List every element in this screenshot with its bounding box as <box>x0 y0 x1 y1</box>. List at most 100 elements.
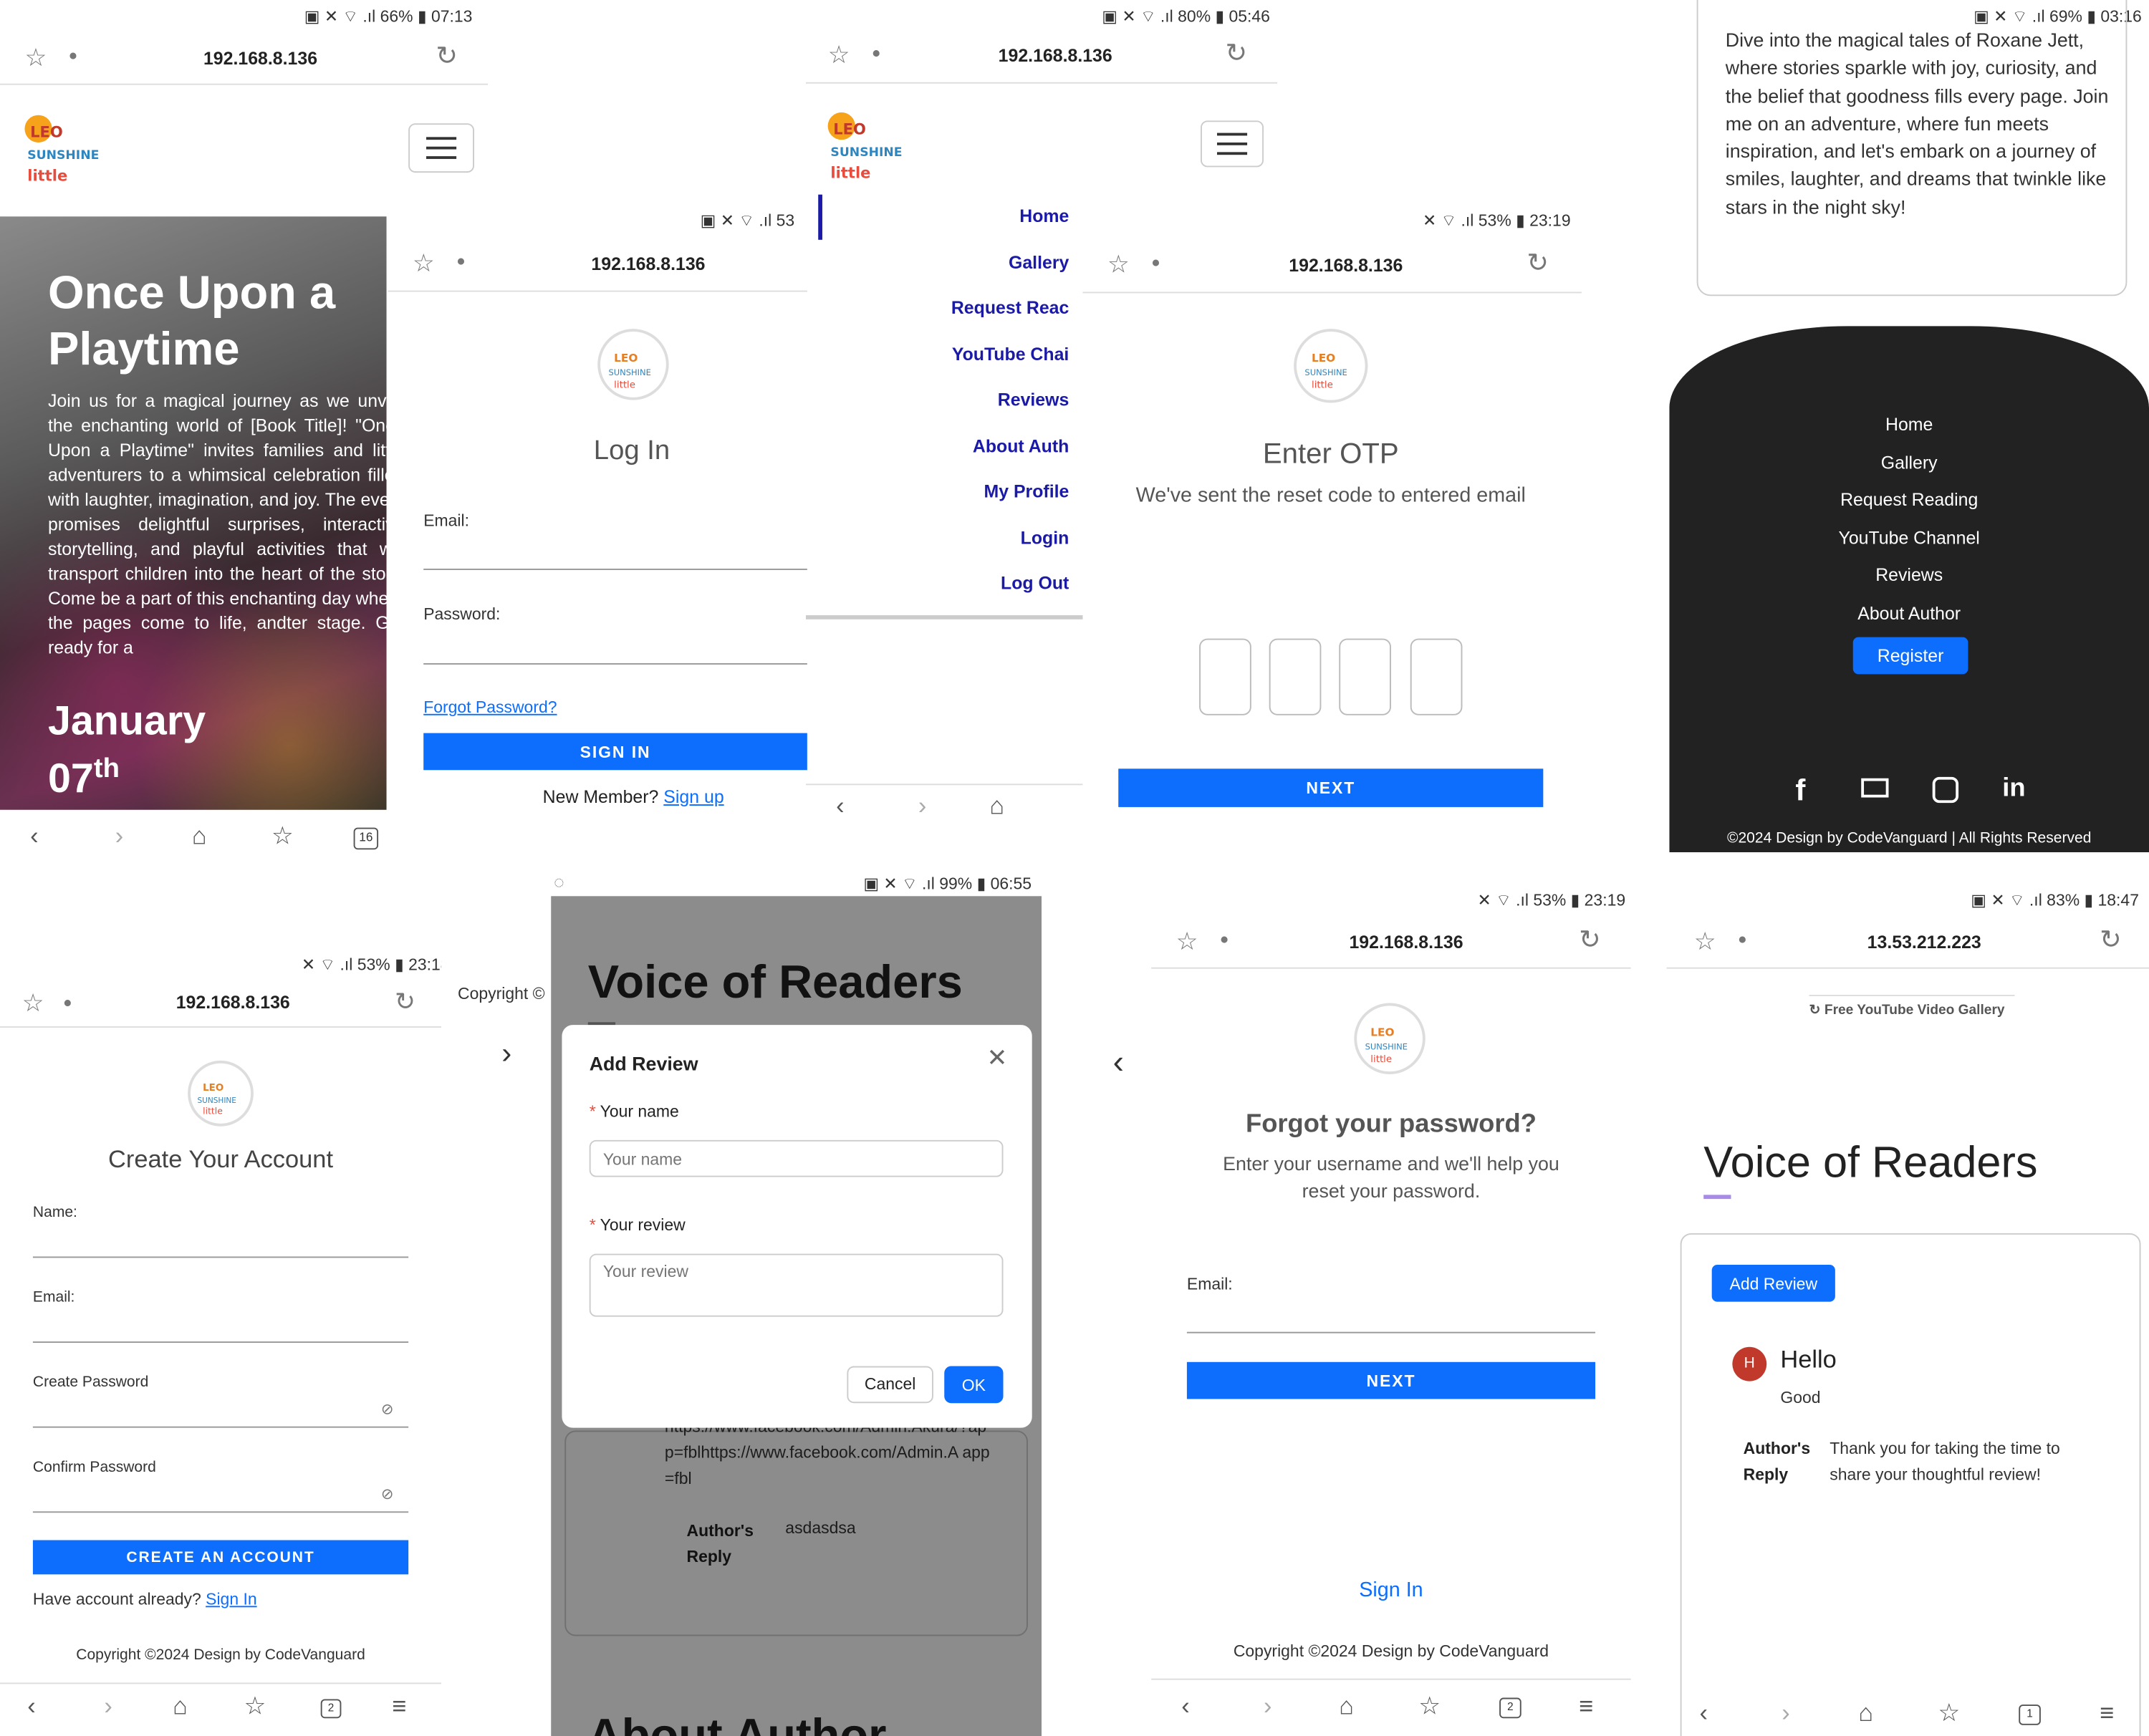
menu-icon[interactable]: ≡ <box>392 1692 406 1721</box>
instagram-icon[interactable] <box>1932 776 1959 804</box>
email-field[interactable] <box>1186 1331 1596 1334</box>
back-icon[interactable]: ‹ <box>1181 1692 1189 1721</box>
star-icon[interactable]: ☆ <box>1176 929 1198 953</box>
bookmarks-icon[interactable]: ☆ <box>271 822 294 851</box>
otp-digit-2[interactable] <box>1269 638 1322 715</box>
reload-icon[interactable]: ↻ <box>395 989 415 1013</box>
signin-link[interactable]: Sign In <box>206 1589 256 1609</box>
review-name-input[interactable] <box>589 1139 1004 1177</box>
url-bar[interactable]: 192.168.8.136 <box>1310 932 1502 953</box>
bookmarks-icon[interactable]: ☆ <box>244 1692 266 1721</box>
back-icon[interactable]: ‹ <box>27 1692 35 1721</box>
url-bar[interactable]: 192.168.8.136 <box>137 992 329 1013</box>
home-icon[interactable]: ⌂ <box>989 792 1004 821</box>
menu-item-youtube-channel[interactable]: YouTube Chai <box>806 331 1069 377</box>
otp-digit-1[interactable] <box>1199 638 1251 715</box>
chevron-right-icon[interactable]: › <box>501 1036 511 1071</box>
hamburger-menu-button[interactable] <box>1201 120 1264 168</box>
review-text-input[interactable] <box>589 1253 1004 1317</box>
url-bar[interactable]: 192.168.8.136 <box>552 254 744 274</box>
otp-digit-4[interactable] <box>1410 638 1463 715</box>
close-icon[interactable]: ✕ <box>987 1044 1008 1073</box>
back-icon[interactable]: ‹ <box>836 792 844 821</box>
hamburger-menu-button[interactable] <box>408 123 474 173</box>
menu-item-my-profile[interactable]: My Profile <box>806 468 1069 514</box>
linkedin-icon[interactable]: in <box>2002 774 2025 804</box>
info-icon[interactable]: ● <box>1738 932 1747 948</box>
reload-icon[interactable]: ↻ <box>1527 251 1548 276</box>
menu-item-about-author[interactable]: About Auth <box>806 423 1069 468</box>
bookmarks-icon[interactable]: ☆ <box>1418 1692 1441 1721</box>
otp-digit-3[interactable] <box>1339 638 1391 715</box>
star-icon[interactable]: ☆ <box>413 251 435 275</box>
home-icon[interactable]: ⌂ <box>1339 1692 1354 1721</box>
footer-link-gallery[interactable]: Gallery <box>1669 443 2149 481</box>
email-field[interactable] <box>32 1341 409 1344</box>
menu-item-request-reading[interactable]: Request Reac <box>806 285 1069 331</box>
footer-link-request-reading[interactable]: Request Reading <box>1669 481 2149 519</box>
star-icon[interactable]: ☆ <box>828 42 850 67</box>
reload-icon[interactable]: ↻ <box>1579 927 1600 953</box>
menu-item-login[interactable]: Login <box>806 514 1069 560</box>
cancel-button[interactable]: Cancel <box>847 1366 933 1404</box>
reload-icon[interactable]: ↻ <box>436 44 457 69</box>
reload-icon[interactable]: ↻ <box>1225 41 1246 67</box>
eye-off-icon[interactable]: ⊘ <box>381 1402 394 1418</box>
bookmarks-icon[interactable]: ☆ <box>1938 1699 1960 1727</box>
url-bar[interactable]: 192.168.8.136 <box>165 48 357 69</box>
forward-icon[interactable]: › <box>115 822 123 851</box>
url-bar[interactable]: 192.168.8.136 <box>1250 255 1442 276</box>
forgot-password-link[interactable]: Forgot Password? <box>423 698 557 717</box>
url-bar[interactable]: 192.168.8.136 <box>959 45 1151 66</box>
url-bar[interactable]: 13.53.212.223 <box>1828 932 2020 953</box>
tabs-icon[interactable]: 2 <box>320 1699 342 1719</box>
menu-item-gallery[interactable]: Gallery <box>806 239 1069 285</box>
info-icon[interactable]: ● <box>63 995 72 1011</box>
footer-link-about-author[interactable]: About Author <box>1669 594 2149 632</box>
forward-icon[interactable]: › <box>1264 1692 1271 1721</box>
create-password-field[interactable] <box>32 1426 409 1428</box>
mail-icon[interactable] <box>1861 778 1889 798</box>
sign-in-button[interactable]: SIGN IN <box>423 733 807 771</box>
reload-icon[interactable]: ↻ <box>2100 927 2121 953</box>
back-icon[interactable]: ‹ <box>1699 1699 1707 1727</box>
site-logo[interactable]: LEO SUNSHINE little <box>16 110 110 186</box>
home-icon[interactable]: ⌂ <box>192 822 207 851</box>
register-button[interactable]: Register <box>1852 637 1968 675</box>
name-field[interactable] <box>32 1256 409 1258</box>
site-logo[interactable]: LEO SUNSHINE little <box>819 107 913 183</box>
back-arrow-icon[interactable]: ‹ <box>1113 1044 1124 1083</box>
ok-button[interactable]: OK <box>944 1366 1004 1404</box>
footer-link-home[interactable]: Home <box>1669 405 2149 443</box>
tabs-icon[interactable]: 1 <box>2019 1704 2041 1725</box>
create-account-button[interactable]: CREATE AN ACCOUNT <box>32 1540 409 1575</box>
footer-link-youtube-channel[interactable]: YouTube Channel <box>1669 519 2149 556</box>
back-icon[interactable]: ‹ <box>30 822 38 851</box>
footer-link-reviews[interactable]: Reviews <box>1669 556 2149 594</box>
menu-item-reviews[interactable]: Reviews <box>806 377 1069 423</box>
tabs-icon[interactable]: 2 <box>1499 1697 1521 1719</box>
star-icon[interactable]: ☆ <box>1694 929 1716 953</box>
home-icon[interactable]: ⌂ <box>1858 1699 1873 1727</box>
tabs-icon[interactable]: 16 <box>353 827 379 850</box>
home-icon[interactable]: ⌂ <box>173 1692 188 1721</box>
menu-item-logout[interactable]: Log Out <box>806 561 1069 607</box>
password-field[interactable] <box>423 663 807 665</box>
email-field[interactable] <box>423 569 807 570</box>
add-review-button[interactable]: Add Review <box>1711 1264 1835 1302</box>
info-icon[interactable]: ● <box>1220 932 1229 948</box>
eye-off-icon[interactable]: ⊘ <box>381 1487 394 1503</box>
signup-link[interactable]: Sign up <box>663 786 723 807</box>
info-icon[interactable]: ● <box>456 254 466 270</box>
forward-icon[interactable]: › <box>104 1692 112 1721</box>
star-icon[interactable]: ☆ <box>1107 252 1130 276</box>
star-icon[interactable]: ☆ <box>22 990 44 1015</box>
star-icon[interactable]: ☆ <box>24 45 47 69</box>
next-button[interactable]: NEXT <box>1118 768 1544 807</box>
info-icon[interactable]: ● <box>1151 256 1160 271</box>
confirm-password-field[interactable] <box>32 1511 409 1513</box>
sign-in-link[interactable]: Sign In <box>1151 1578 1631 1602</box>
forward-icon[interactable]: › <box>918 792 926 821</box>
info-icon[interactable]: ● <box>69 49 78 64</box>
menu-icon[interactable]: ≡ <box>1579 1692 1593 1721</box>
